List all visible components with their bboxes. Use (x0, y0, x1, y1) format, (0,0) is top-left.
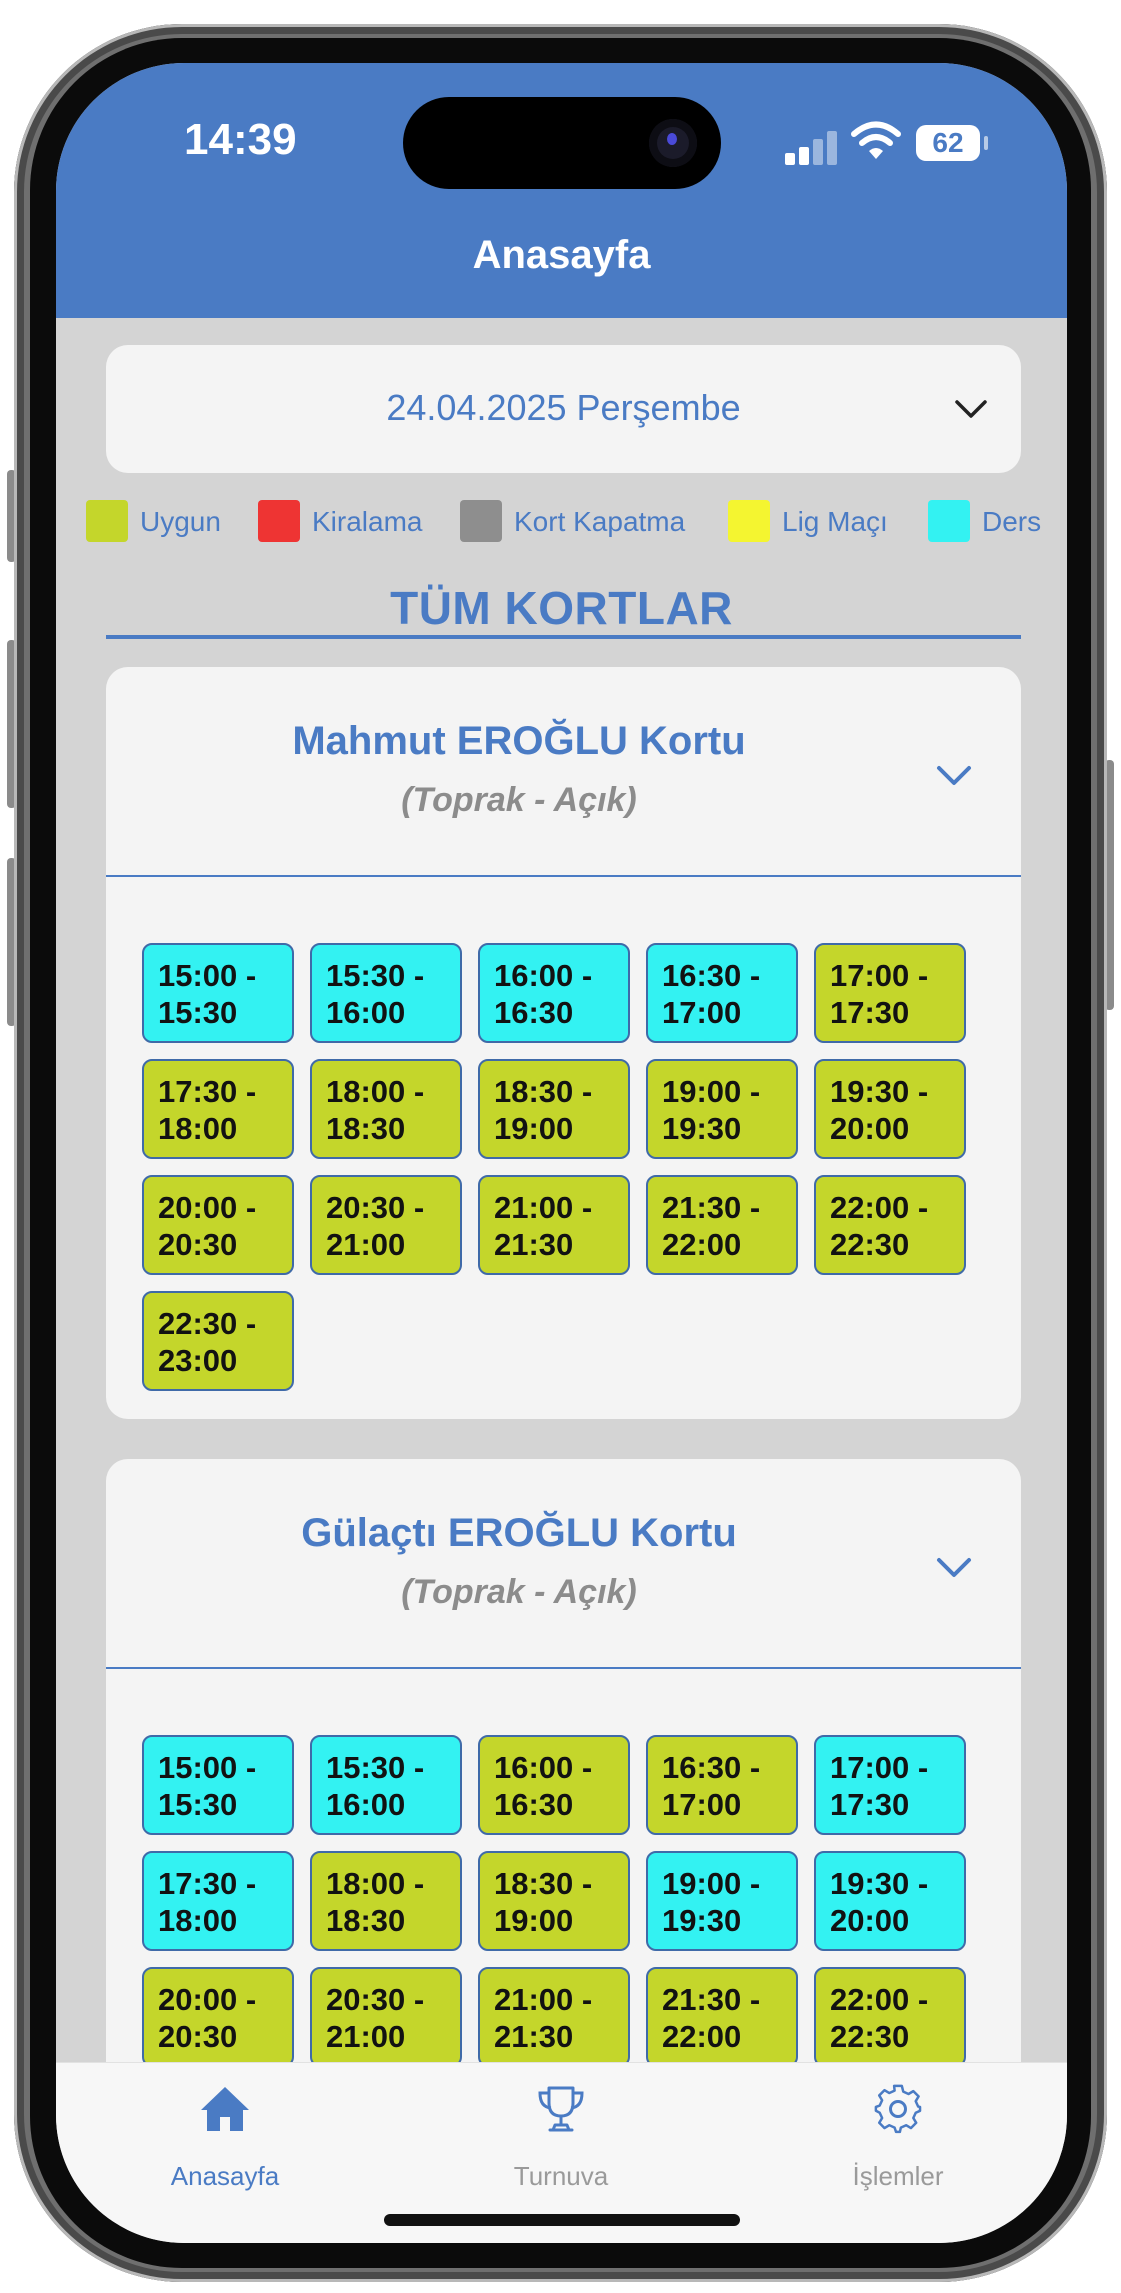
gear-icon (874, 2084, 922, 2134)
court-surface: (Toprak - Açık) (401, 781, 637, 819)
battery-tip (984, 136, 988, 150)
time-slot[interactable]: 22:00 - 22:30 (814, 1967, 966, 2067)
date-picker[interactable]: 24.04.2025 Perşembe (106, 345, 1021, 473)
legend-label: Kiralama (312, 506, 423, 537)
section-divider (106, 635, 1021, 639)
time-slot[interactable]: 20:00 - 20:30 (142, 1175, 294, 1275)
court-name: Gülaçtı EROĞLU Kortu (301, 1511, 737, 1555)
legend-swatch (928, 500, 970, 542)
legend-label: Lig Maçı (782, 506, 888, 537)
court-card-header[interactable]: Mahmut EROĞLU Kortu (Toprak - Açık) (106, 667, 1021, 877)
chevron-down-icon (937, 1558, 971, 1577)
time-slot[interactable]: 21:00 - 21:30 (478, 1967, 630, 2067)
tab-anasayfa[interactable]: Anasayfa (115, 2063, 335, 2203)
time-slot[interactable]: 15:00 - 15:30 (142, 943, 294, 1043)
time-slot[interactable]: 17:00 - 17:30 (814, 943, 966, 1043)
app-header: 14:39 62 Anasayfa (56, 63, 1067, 318)
time-slot[interactable]: 19:00 - 19:30 (646, 1059, 798, 1159)
court-card-header[interactable]: Gülaçtı EROĞLU Kortu (Toprak - Açık) (106, 1459, 1021, 1669)
time-slot[interactable]: 20:30 - 21:00 (310, 1175, 462, 1275)
tab-label: İşlemler (852, 2161, 944, 2191)
time-slot[interactable]: 18:30 - 19:00 (478, 1851, 630, 1951)
court-surface: (Toprak - Açık) (401, 1573, 637, 1611)
home-indicator (384, 2214, 740, 2226)
selected-date: 24.04.2025 Perşembe (386, 387, 741, 428)
legend-label: Ders (982, 506, 1042, 537)
tab-islemler[interactable]: İşlemler (788, 2063, 1008, 2203)
home-icon (201, 2087, 249, 2131)
page-title: Anasayfa (472, 233, 651, 277)
time-slot[interactable]: 19:30 - 20:00 (814, 1059, 966, 1159)
time-slot[interactable]: 18:00 - 18:30 (310, 1059, 462, 1159)
time-slot[interactable]: 19:30 - 20:00 (814, 1851, 966, 1951)
court-card: Mahmut EROĞLU Kortu (Toprak - Açık) 15:0… (106, 667, 1021, 1419)
time-slot[interactable]: 15:30 - 16:00 (310, 1735, 462, 1835)
dynamic-island (403, 97, 721, 189)
phone-screen: 14:39 62 Anasayfa 24.04.2025 Perşembe Uy… (56, 63, 1067, 2243)
tab-label: Turnuva (513, 2161, 609, 2191)
time-slot[interactable]: 20:00 - 20:30 (142, 1967, 294, 2067)
section-title: TÜM KORTLAR (390, 582, 733, 634)
time-slot[interactable]: 16:30 - 17:00 (646, 1735, 798, 1835)
time-slot[interactable]: 21:00 - 21:30 (478, 1175, 630, 1275)
wifi-icon (851, 121, 901, 159)
legend-label: Kort Kapatma (514, 506, 686, 537)
time-slot[interactable]: 20:30 - 21:00 (310, 1967, 462, 2067)
time-slot[interactable]: 15:00 - 15:30 (142, 1735, 294, 1835)
chevron-down-icon (955, 400, 987, 418)
time-slot[interactable]: 17:00 - 17:30 (814, 1735, 966, 1835)
tab-turnuva[interactable]: Turnuva (451, 2063, 671, 2203)
tab-label: Anasayfa (170, 2161, 280, 2191)
court-card-divider (106, 1667, 1021, 1669)
time-slot[interactable]: 16:30 - 17:00 (646, 943, 798, 1043)
legend-swatch (728, 500, 770, 542)
time-slot[interactable]: 22:00 - 22:30 (814, 1175, 966, 1275)
court-card-divider (106, 875, 1021, 877)
legend-swatch (460, 500, 502, 542)
time-slot[interactable]: 16:00 - 16:30 (478, 1735, 630, 1835)
time-slot[interactable]: 17:30 - 18:00 (142, 1851, 294, 1951)
time-slot[interactable]: 19:00 - 19:30 (646, 1851, 798, 1951)
time-slot[interactable]: 15:30 - 16:00 (310, 943, 462, 1043)
status-time: 14:39 (184, 115, 297, 164)
time-slot[interactable]: 21:30 - 22:00 (646, 1175, 798, 1275)
cellular-signal-icon (785, 131, 843, 165)
camera-icon (649, 119, 697, 167)
legend-swatch (258, 500, 300, 542)
time-slot[interactable]: 16:00 - 16:30 (478, 943, 630, 1043)
time-slot[interactable]: 21:30 - 22:00 (646, 1967, 798, 2067)
legend-swatch (86, 500, 128, 542)
time-slot[interactable]: 18:30 - 19:00 (478, 1059, 630, 1159)
battery-indicator: 62 (916, 125, 980, 161)
chevron-down-icon (937, 766, 971, 785)
legend-label: Uygun (140, 506, 221, 537)
time-slot[interactable]: 22:30 - 23:00 (142, 1291, 294, 1391)
time-slot[interactable]: 18:00 - 18:30 (310, 1851, 462, 1951)
trophy-icon (538, 2086, 584, 2132)
time-slot[interactable]: 17:30 - 18:00 (142, 1059, 294, 1159)
court-name: Mahmut EROĞLU Kortu (292, 719, 746, 763)
